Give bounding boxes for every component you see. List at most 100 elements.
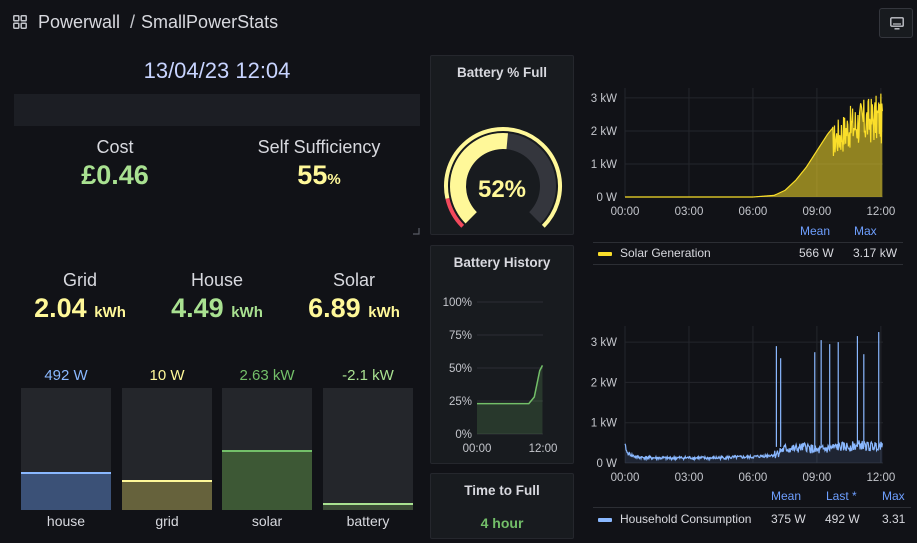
x-tick-label: 00:00 [611, 206, 640, 218]
solar-legend-max-header[interactable]: Max [854, 224, 877, 238]
status-strip [14, 94, 420, 126]
x-tick-label: 12:00 [866, 472, 895, 484]
house-power-bar [21, 388, 111, 510]
battery-power-label: battery [346, 513, 390, 529]
battery-history-panel: Battery History 100% 75% 50% 25% 0% 00:00 12:0… [430, 245, 574, 464]
legend-divider [593, 264, 903, 265]
house-legend-last-header[interactable]: Last * [826, 489, 857, 503]
solar-legend-mean: 566 W [799, 246, 834, 260]
battery-full-unit: % [504, 176, 527, 203]
grid-energy-number: 2.04 [34, 293, 87, 323]
time-to-full-value: 4 hour [480, 515, 524, 531]
solar-power-bar [222, 388, 312, 510]
y-tick-label: 2 kW [591, 377, 617, 389]
cost-value: £0.46 [81, 160, 149, 190]
house-legend-max-header[interactable]: Max [882, 489, 905, 503]
y-tick-label: 50% [449, 363, 472, 375]
solar-legend-mean-header[interactable]: Mean [800, 224, 830, 238]
legend-divider [593, 242, 903, 243]
grid-energy-label: Grid [62, 270, 97, 290]
y-tick-label: 3 kW [591, 337, 617, 349]
self-sufficiency-number: 55 [297, 160, 328, 190]
solar-chart: 3 kW 2 kW 1 kW 0 W 00:00 03:00 06:00 09:00 12:00 [591, 88, 895, 218]
house-legend-max: 3.31 [882, 512, 906, 526]
y-tick-label: 75% [449, 330, 472, 342]
house-legend-series[interactable]: Household Consumption [598, 512, 751, 526]
x-tick-label: 12:00 [529, 443, 558, 455]
resize-handle-icon[interactable] [412, 227, 420, 235]
legend-divider [593, 507, 911, 508]
time-to-full-panel: Time to Full 4 hour [430, 473, 574, 539]
solar-energy-value: 6.89 kWh [274, 293, 434, 324]
solar-energy-number: 6.89 [308, 293, 361, 323]
solar-power-fill [222, 450, 312, 510]
battery-full-panel: Battery % Full 52% [430, 55, 574, 235]
grid-energy-unit: kWh [94, 304, 126, 321]
x-tick-label: 12:00 [866, 206, 895, 218]
x-tick-label: 09:00 [803, 206, 832, 218]
x-tick-label: 06:00 [739, 472, 768, 484]
y-tick-label: 0% [455, 429, 472, 441]
house-chart: 3 kW 2 kW 1 kW 0 W 00:00 03:00 06:00 09:00 12:00 [591, 326, 895, 484]
x-tick-label: 06:00 [739, 206, 768, 218]
solar-legend-series[interactable]: Solar Generation [598, 246, 711, 260]
y-tick-label: 2 kW [591, 126, 617, 138]
x-tick-label: 00:00 [611, 472, 640, 484]
self-sufficiency-unit: % [327, 171, 341, 188]
y-tick-label: 0 W [597, 192, 618, 204]
time-to-full-title: Time to Full [464, 483, 540, 498]
grid-power-fill [122, 479, 212, 510]
solar-legend-swatch [598, 251, 612, 256]
y-tick-label: 100% [443, 297, 472, 309]
house-legend-mean: 375 W [771, 512, 806, 526]
house-energy-unit: kWh [231, 304, 263, 321]
tv-mode-button[interactable] [879, 8, 913, 38]
house-legend-last: 492 W [825, 512, 860, 526]
solar-energy-label: Solar [332, 270, 376, 290]
breadcrumb-dashboard[interactable]: SmallPowerStats [141, 12, 278, 32]
x-tick-label: 03:00 [675, 472, 704, 484]
x-tick-label: 03:00 [675, 206, 704, 218]
house-energy-number: 4.49 [171, 293, 224, 323]
breadcrumb-separator: / [130, 12, 136, 32]
top-bar: Powerwall / SmallPowerStats [0, 0, 917, 44]
y-tick-label: 1 kW [591, 159, 617, 171]
battery-power-value: -2.1 kW [342, 367, 394, 384]
solar-power-value: 2.63 kW [239, 367, 295, 384]
breadcrumb: Powerwall / SmallPowerStats [38, 12, 278, 33]
house-power-fill [21, 472, 111, 510]
solar-energy-unit: kWh [368, 304, 400, 321]
y-tick-label: 25% [449, 396, 472, 408]
grid-power-label: grid [155, 513, 179, 529]
self-sufficiency-label: Self Sufficiency [257, 137, 381, 157]
x-tick-label: 00:00 [463, 443, 492, 455]
battery-full-number: 52 [477, 176, 505, 203]
x-tick-label: 09:00 [803, 472, 832, 484]
grid-icon[interactable] [13, 15, 27, 29]
house-energy-value: 4.49 kWh [137, 293, 297, 324]
cost-label: Cost [96, 137, 134, 157]
house-energy-label: House [190, 270, 244, 290]
series-area [625, 93, 883, 197]
battery-gauge [444, 127, 562, 228]
solar-power-label: solar [251, 513, 283, 529]
house-power-value: 492 W [44, 367, 88, 384]
breadcrumb-folder[interactable]: Powerwall [38, 12, 120, 32]
y-tick-label: 1 kW [591, 418, 617, 430]
battery-power-bar [323, 388, 413, 510]
y-tick-label: 3 kW [591, 93, 617, 105]
datetime-display: 13/04/23 12:04 [143, 58, 291, 83]
monitor-icon [890, 17, 904, 30]
self-sufficiency-value: 55% [239, 160, 399, 191]
battery-history-chart: 100% 75% 50% 25% 0% 00:00 12:00 [443, 297, 558, 455]
grid-energy-value: 2.04 kWh [0, 293, 160, 324]
battery-history-line [477, 365, 544, 405]
y-tick-label: 0 W [597, 458, 618, 470]
house-power-label: house [46, 513, 86, 529]
grid-power-value: 10 W [149, 367, 185, 384]
house-legend-name: Household Consumption [620, 512, 752, 526]
grid-power-bar [122, 388, 212, 510]
house-legend-mean-header[interactable]: Mean [771, 489, 801, 503]
battery-full-value: 52% [431, 176, 573, 204]
solar-legend-max: 3.17 kW [853, 246, 898, 260]
